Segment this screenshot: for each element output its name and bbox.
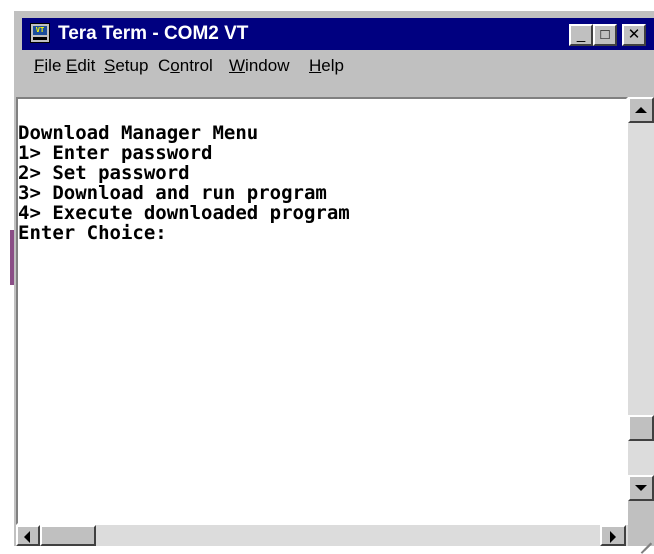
tera-term-app-icon[interactable]: VT — [30, 23, 50, 43]
app-icon-screen: VT — [33, 26, 47, 35]
vertical-scrollbar[interactable] — [628, 97, 654, 501]
terminal-line: 2> Set password — [18, 162, 190, 184]
menu-edit[interactable]: Edit — [66, 56, 95, 76]
close-button[interactable]: ✕ — [622, 24, 646, 46]
terminal-line: 4> Execute downloaded program — [18, 202, 350, 224]
horizontal-scroll-thumb[interactable] — [40, 525, 96, 546]
terminal-line: 1> Enter password — [18, 142, 213, 164]
menu-help[interactable]: Help — [309, 56, 344, 76]
title-bar[interactable]: VT Tera Term - COM2 VT _ □ ✕ — [22, 18, 654, 50]
terminal-line: 3> Download and run program — [18, 182, 327, 204]
scroll-down-button[interactable] — [628, 475, 654, 501]
terminal-line: Enter Choice: — [18, 222, 167, 244]
menu-window[interactable]: Window — [229, 56, 289, 76]
terminal-output: Download Manager Menu 1> Enter password 2>… — [18, 123, 350, 243]
scroll-left-button[interactable] — [16, 525, 40, 546]
scroll-down-icon — [635, 485, 647, 491]
scroll-thumb[interactable] — [628, 415, 654, 441]
menu-bar: File Edit Setup Control Window Help — [22, 53, 654, 81]
minimize-button[interactable]: _ — [569, 24, 593, 46]
terminal-line: Download Manager Menu — [18, 122, 259, 144]
scroll-up-icon — [635, 107, 647, 113]
scroll-right-icon — [610, 531, 616, 543]
resize-grip-icon[interactable] — [628, 525, 654, 554]
scroll-right-button[interactable] — [600, 525, 626, 546]
menu-control[interactable]: Control — [158, 56, 213, 76]
scroll-up-button[interactable] — [628, 97, 654, 123]
maximize-button[interactable]: □ — [593, 24, 617, 46]
terminal-screen[interactable]: Download Manager Menu 1> Enter password 2>… — [16, 97, 628, 525]
scroll-left-icon — [24, 531, 30, 543]
tera-term-window: VT Tera Term - COM2 VT _ □ ✕ File Edit Set… — [14, 11, 654, 554]
horizontal-scrollbar[interactable] — [16, 525, 628, 546]
app-icon-base — [33, 37, 47, 40]
menu-file[interactable]: File — [34, 56, 61, 76]
menu-setup[interactable]: Setup — [104, 56, 148, 76]
window-title: Tera Term - COM2 VT — [58, 23, 249, 44]
